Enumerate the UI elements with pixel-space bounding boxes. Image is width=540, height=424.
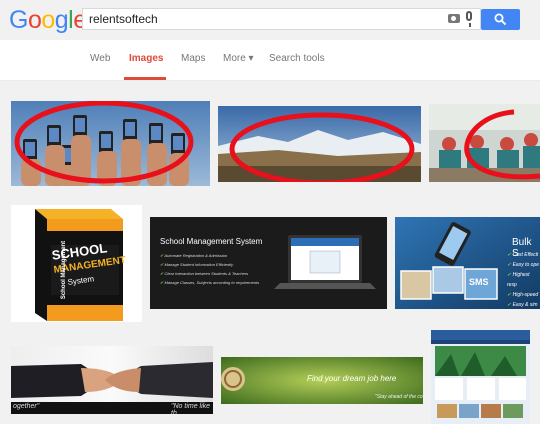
active-tab-indicator <box>124 77 166 80</box>
logo-letter: G <box>9 6 28 34</box>
tab-more[interactable]: More ▾ <box>223 53 254 64</box>
image-result-dream-job[interactable]: Find your dream job here "Stay ahead of … <box>221 357 423 404</box>
tab-maps[interactable]: Maps <box>181 53 205 64</box>
handshake-caption-right: "No time like th <box>171 403 211 414</box>
image-result-handshake[interactable]: ogether" "No time like th <box>11 346 213 414</box>
dream-job-headline: Find your dream job here <box>307 374 397 383</box>
sms-banner-title: School Management System <box>160 237 263 246</box>
image-result-phones[interactable] <box>11 101 210 186</box>
bulk-sms-bullet: ✔ Highest resp <box>507 272 530 288</box>
bulk-sms-bullet: ✔ Easy to ope <box>507 262 539 268</box>
sms-bullet: ✔ Manage Student Information Efficiently <box>160 262 234 267</box>
box-spine-text: School Management <box>61 240 67 300</box>
image-result-sms-banner[interactable]: School Management System ✔ Automate Regi… <box>150 217 387 309</box>
image-result-classroom[interactable] <box>429 104 540 182</box>
image-result-school-box[interactable]: SCHOOL MANAGEMENT System School Manageme… <box>11 205 142 322</box>
search-tabs: Web Images Maps More ▾ Search tools <box>0 40 540 81</box>
tab-images[interactable]: Images <box>129 53 163 64</box>
tab-web[interactable]: Web <box>90 53 110 64</box>
logo-letter: o <box>27 6 42 34</box>
handshake-caption-left: ogether" <box>13 403 40 410</box>
sms-bullet: ✔ Clear Interaction between Students & T… <box>160 271 249 276</box>
logo-letter: o <box>41 6 55 34</box>
search-button[interactable] <box>481 9 520 30</box>
dream-job-tagline: "Stay ahead of the co <box>375 394 423 400</box>
search-box[interactable] <box>82 8 481 30</box>
sms-bullet: ✔ Manage Classes, Subjects according to … <box>160 280 260 285</box>
sms-badge: SMS <box>469 277 489 287</box>
camera-icon[interactable] <box>448 14 460 23</box>
tab-search-tools[interactable]: Search tools <box>269 53 325 64</box>
bulk-sms-bullet: ✔ Cost Effecti <box>507 252 539 258</box>
sms-bullet: ✔ Automate Registration & Admission <box>160 253 228 258</box>
magnifier-icon <box>494 13 507 26</box>
header-bar: Google <box>0 0 540 40</box>
search-input[interactable] <box>89 11 429 27</box>
google-logo[interactable]: Google <box>9 6 87 35</box>
image-result-landscape[interactable] <box>218 106 421 182</box>
image-result-website[interactable] <box>431 330 530 424</box>
microphone-icon[interactable] <box>466 11 472 27</box>
bulk-sms-bullet: ✔ High-speed <box>507 292 539 298</box>
image-result-bulk-sms[interactable]: Bulk S ✔ Cost Effecti ✔ Easy to ope ✔ Hi… <box>395 217 540 309</box>
logo-letter: g <box>54 6 69 34</box>
bulk-sms-bullet: ✔ Easy & sim <box>507 302 538 308</box>
